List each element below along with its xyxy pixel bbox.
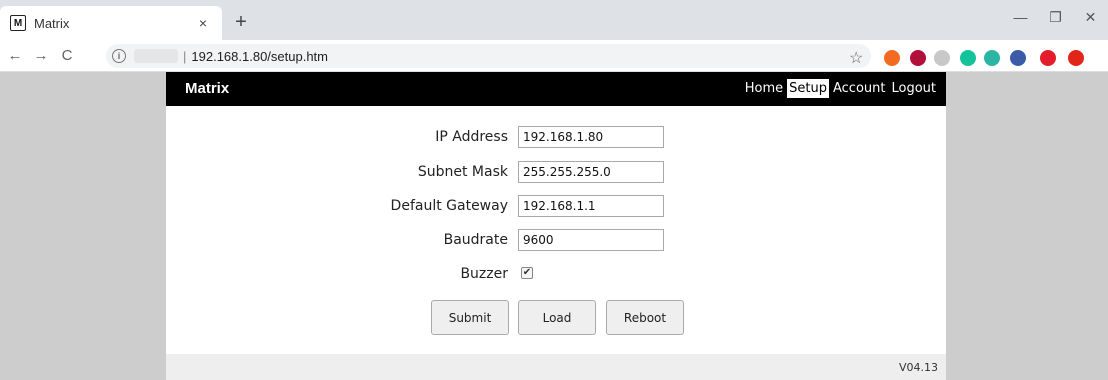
browser-tab[interactable]: M Matrix × [0,6,222,40]
page-container: Matrix Home Setup Account Logout IP Addr… [166,72,946,380]
tab-close-icon[interactable]: × [194,15,212,31]
nav-account[interactable]: Account [831,79,888,98]
extension-orange-icon[interactable] [884,50,900,66]
reload-icon[interactable]: C [56,47,78,64]
browser-tab-bar: M Matrix × + — ❐ ✕ [0,0,1108,40]
load-button[interactable]: Load [518,300,596,335]
site-info-icon[interactable]: i [112,49,126,63]
reboot-button[interactable]: Reboot [606,300,684,335]
site-header: Matrix Home Setup Account Logout [166,72,946,106]
subnet-row: Subnet Mask [166,161,946,185]
site-footer: V04.13 [166,354,946,380]
baud-label: Baudrate [443,232,508,248]
close-window-icon[interactable]: ✕ [1073,0,1108,34]
extension-gray-icon[interactable] [934,50,950,66]
nav-setup[interactable]: Setup [787,79,829,98]
new-tab-icon[interactable]: + [230,12,252,34]
extension-red-arrow-icon[interactable] [1040,50,1056,66]
buzzer-row: Buzzer ✔ [166,263,946,287]
restore-icon[interactable]: ❐ [1038,0,1073,34]
blurred-host [134,49,178,63]
url-text[interactable]: 192.168.1.80/setup.htm [191,49,328,64]
site-favicon-icon: M [10,15,26,31]
ip-row: IP Address [166,126,946,150]
bookmark-star-icon[interactable]: ☆ [849,48,863,68]
extension-grammarly-icon[interactable] [960,50,976,66]
buzzer-checkbox[interactable]: ✔ [521,267,533,279]
extension-blue-icon[interactable] [1010,50,1026,66]
gateway-input[interactable] [518,195,664,217]
button-row: Submit Load Reboot [166,300,946,335]
tab-title: Matrix [34,15,70,31]
address-bar[interactable]: i | 192.168.1.80/setup.htm [106,44,871,68]
nav-home[interactable]: Home [743,79,785,98]
gateway-label: Default Gateway [390,198,508,214]
gateway-row: Default Gateway [166,195,946,219]
nav-logout[interactable]: Logout [889,79,938,98]
baud-row: Baudrate [166,229,946,253]
baud-input[interactable] [518,229,664,251]
site-nav: Home Setup Account Logout [741,79,938,98]
window-controls: — ❐ ✕ [1003,0,1108,34]
subnet-label: Subnet Mask [417,164,508,180]
site-brand: Matrix [185,80,230,97]
version-label: V04.13 [898,361,938,374]
extension-k-icon[interactable] [910,50,926,66]
ip-label: IP Address [435,129,508,145]
url-separator: | [183,48,187,64]
minimize-icon[interactable]: — [1003,0,1038,34]
buzzer-label: Buzzer [460,266,508,282]
extension-teal-icon[interactable] [984,50,1000,66]
page-viewport: Matrix Home Setup Account Logout IP Addr… [0,72,1108,380]
ip-input[interactable] [518,126,664,148]
extension-red-o-icon[interactable] [1068,50,1084,66]
submit-button[interactable]: Submit [431,300,509,335]
back-icon[interactable]: ← [4,47,26,64]
forward-icon[interactable]: → [30,47,52,64]
subnet-input[interactable] [518,161,664,183]
